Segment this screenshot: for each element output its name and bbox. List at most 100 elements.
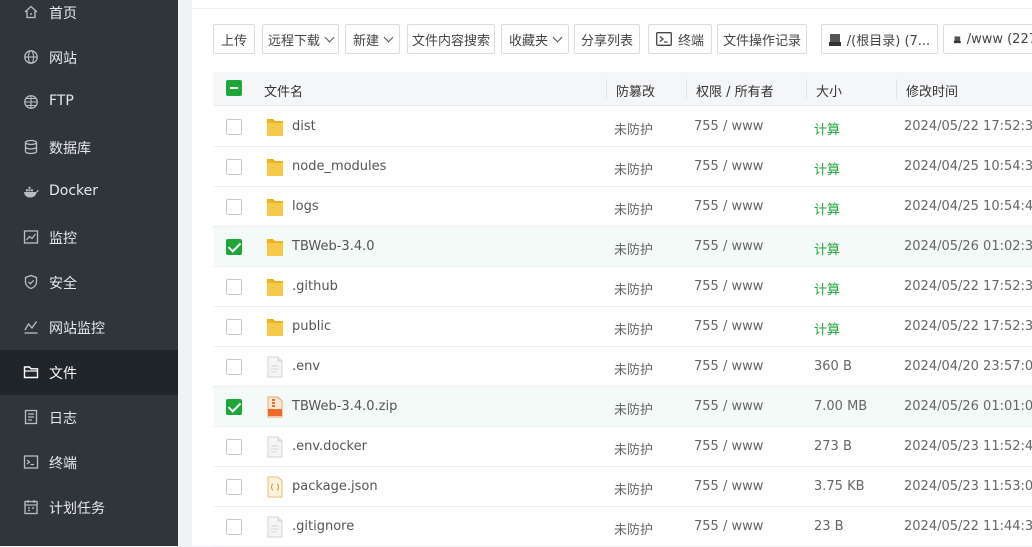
permission-owner[interactable]: 755 / www	[694, 359, 763, 374]
row-checkbox[interactable]	[226, 119, 242, 135]
disk-root-button[interactable]: /(根目录) (7...	[821, 24, 938, 54]
sidebar-item-1[interactable]: 网站	[0, 35, 178, 80]
table-row[interactable]: TBWeb-3.4.0 未防护 755 / www 计算 2024/05/26 01:0…	[213, 227, 1032, 267]
globe-icon	[23, 49, 39, 65]
disk-www-button[interactable]: /www (227	[943, 24, 1032, 54]
file-size[interactable]: 计算	[814, 279, 840, 298]
permission-owner[interactable]: 755 / www	[694, 159, 763, 174]
sidebar-item-7[interactable]: 网站监控	[0, 305, 178, 350]
table-row[interactable]: .gitignore 未防护 755 / www 23 B 2024/05/22 11:…	[213, 507, 1032, 547]
sidebar-item-3[interactable]: 数据库	[0, 125, 178, 170]
row-checkbox[interactable]	[226, 399, 242, 415]
permission-owner[interactable]: 755 / www	[694, 399, 763, 414]
file-name[interactable]: package.json	[292, 479, 378, 494]
upload-button[interactable]: 上传	[213, 24, 255, 54]
permission-owner[interactable]: 755 / www	[694, 519, 763, 534]
operation-log-label: 文件操作记录	[722, 33, 801, 49]
header-size[interactable]: 大小	[816, 81, 842, 100]
permission-owner[interactable]: 755 / www	[694, 279, 763, 294]
header-protect[interactable]: 防篡改	[616, 81, 655, 100]
sidebar-item-5[interactable]: 监控	[0, 215, 178, 260]
permission-owner[interactable]: 755 / www	[694, 439, 763, 454]
docker-icon	[23, 184, 39, 200]
terminal-label: 终端	[677, 33, 704, 49]
modified-time: 2024/05/22 11:44:32	[904, 519, 1032, 534]
table-row[interactable]: public 未防护 755 / www 计算 2024/05/22 17:52:34	[213, 307, 1032, 347]
permission-owner[interactable]: 755 / www	[694, 199, 763, 214]
sidebar-item-6[interactable]: 安全	[0, 260, 178, 305]
file-icon	[266, 516, 284, 538]
table-row[interactable]: TBWeb-3.4.0.zip 未防护 755 / www 7.00 MB 2024/0…	[213, 387, 1032, 427]
file-size: 360 B	[814, 359, 852, 374]
new-button[interactable]: 新建	[345, 24, 400, 54]
protect-status[interactable]: 未防护	[614, 119, 653, 138]
protect-status[interactable]: 未防护	[614, 399, 653, 418]
row-checkbox[interactable]	[226, 479, 242, 495]
header-name[interactable]: 文件名	[264, 81, 303, 100]
table-row[interactable]: .github 未防护 755 / www 计算 2024/05/22 17:52:32	[213, 267, 1032, 307]
table-row[interactable]: logs 未防护 755 / www 计算 2024/04/25 10:54:47	[213, 187, 1032, 227]
row-checkbox[interactable]	[226, 159, 242, 175]
permission-owner[interactable]: 755 / www	[694, 119, 763, 134]
table-row[interactable]: node_modules 未防护 755 / www 计算 2024/04/25 10:…	[213, 147, 1032, 187]
protect-status[interactable]: 未防护	[614, 279, 653, 298]
file-name[interactable]: .gitignore	[292, 519, 354, 534]
file-name[interactable]: logs	[292, 199, 319, 214]
header-mtime[interactable]: 修改时间	[906, 81, 958, 100]
row-checkbox[interactable]	[226, 239, 242, 255]
permission-owner[interactable]: 755 / www	[694, 239, 763, 254]
row-checkbox[interactable]	[226, 319, 242, 335]
file-name[interactable]: .env	[292, 359, 320, 374]
protect-status[interactable]: 未防护	[614, 159, 653, 178]
permission-owner[interactable]: 755 / www	[694, 319, 763, 334]
protect-status[interactable]: 未防护	[614, 439, 653, 458]
file-name[interactable]: public	[292, 319, 331, 334]
sidebar-item-9[interactable]: 日志	[0, 395, 178, 440]
protect-status[interactable]: 未防护	[614, 319, 653, 338]
remote-download-label: 远程下载	[267, 33, 320, 49]
file-size[interactable]: 计算	[814, 319, 840, 338]
file-name[interactable]: TBWeb-3.4.0.zip	[292, 399, 397, 414]
file-name[interactable]: node_modules	[292, 159, 386, 174]
file-size[interactable]: 计算	[814, 199, 840, 218]
file-size[interactable]: 计算	[814, 239, 840, 258]
search-content-button[interactable]: 文件内容搜索	[407, 24, 495, 54]
file-size: 23 B	[814, 519, 844, 534]
file-size[interactable]: 计算	[814, 159, 840, 178]
protect-status[interactable]: 未防护	[614, 479, 653, 498]
protect-status[interactable]: 未防护	[614, 239, 653, 258]
log-icon	[23, 409, 39, 425]
terminal-button[interactable]: 终端	[648, 24, 712, 54]
file-size[interactable]: 计算	[814, 119, 840, 138]
sidebar-item-8[interactable]: 文件	[0, 350, 178, 395]
protect-status[interactable]: 未防护	[614, 199, 653, 218]
table-row[interactable]: dist 未防护 755 / www 计算 2024/05/22 17:52:34	[213, 107, 1032, 147]
column-divider	[606, 79, 607, 99]
remote-download-button[interactable]: 远程下载	[262, 24, 339, 54]
share-list-button[interactable]: 分享列表	[574, 24, 640, 54]
favorites-button[interactable]: 收藏夹	[501, 24, 569, 54]
file-name[interactable]: .env.docker	[292, 439, 367, 454]
table-row[interactable]: .env 未防护 755 / www 360 B 2024/04/20 23:57:07	[213, 347, 1032, 387]
row-checkbox[interactable]	[226, 279, 242, 295]
operation-log-button[interactable]: 文件操作记录	[717, 24, 807, 54]
sidebar-item-11[interactable]: 计划任务	[0, 485, 178, 530]
sidebar-item-4[interactable]: Docker	[0, 170, 178, 215]
table-row[interactable]: .env.docker 未防护 755 / www 273 B 2024/05/23 1…	[213, 427, 1032, 467]
protect-status[interactable]: 未防护	[614, 359, 653, 378]
row-checkbox[interactable]	[226, 199, 242, 215]
row-checkbox[interactable]	[226, 359, 242, 375]
file-name[interactable]: TBWeb-3.4.0	[292, 239, 375, 254]
sidebar-item-0[interactable]: 首页	[0, 0, 178, 35]
permission-owner[interactable]: 755 / www	[694, 479, 763, 494]
protect-status[interactable]: 未防护	[614, 519, 653, 538]
file-name[interactable]: dist	[292, 119, 316, 134]
row-checkbox[interactable]	[226, 439, 242, 455]
header-perm[interactable]: 权限 / 所有者	[696, 81, 774, 100]
file-name[interactable]: .github	[292, 279, 338, 294]
row-checkbox[interactable]	[226, 519, 242, 535]
sidebar-item-10[interactable]: 终端	[0, 440, 178, 485]
sidebar-item-2[interactable]: FTP	[0, 80, 178, 125]
table-row[interactable]: package.json 未防护 755 / www 3.75 KB 2024/05/2…	[213, 467, 1032, 507]
select-all-checkbox[interactable]	[226, 80, 242, 96]
